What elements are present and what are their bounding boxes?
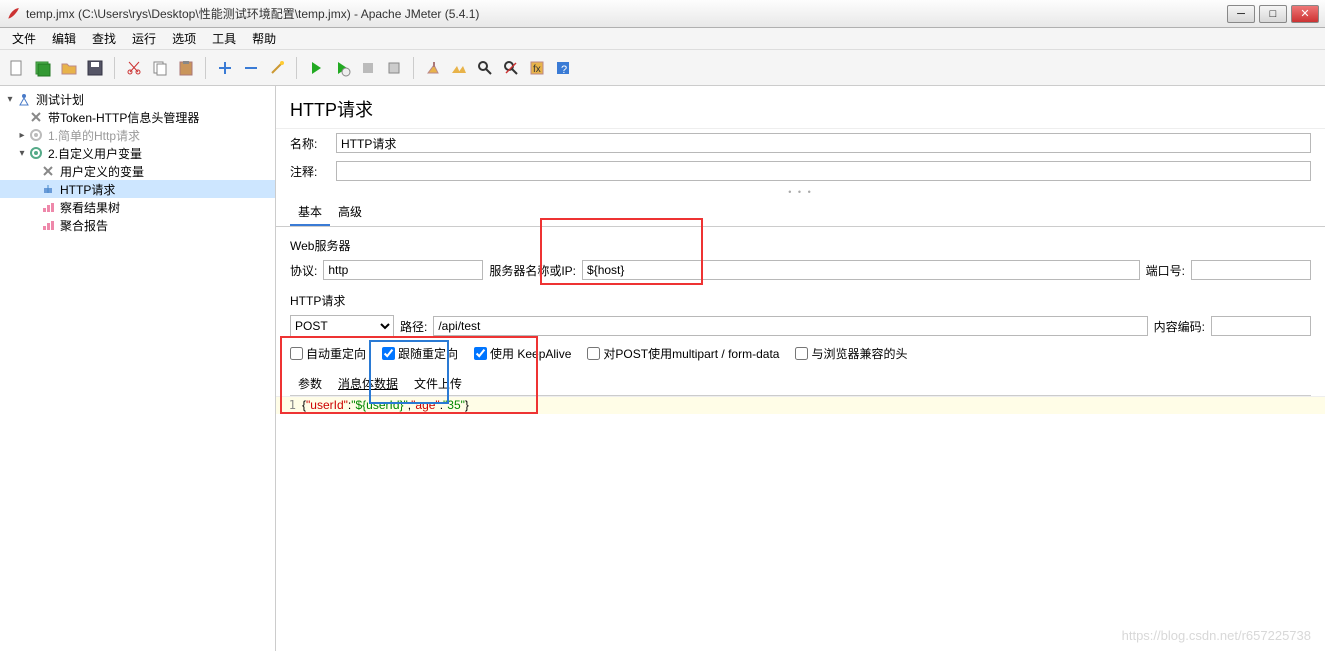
- tab-params[interactable]: 参数: [290, 372, 330, 395]
- cut-icon[interactable]: [123, 57, 145, 79]
- open-icon[interactable]: [58, 57, 80, 79]
- tree-simple-http[interactable]: ▸ 1.简单的Http请求: [0, 126, 275, 144]
- tree-panel: ▾ 测试计划 带Token-HTTP信息头管理器 ▸ 1.简单的Http请求 ▾…: [0, 86, 276, 651]
- tree-label: 测试计划: [34, 91, 86, 108]
- http-request-section-title: HTTP请求: [290, 288, 1311, 313]
- body-editor[interactable]: 1 {"userId":"${userId}","age":"35"}: [276, 396, 1325, 414]
- splitter-dots[interactable]: • • •: [276, 185, 1325, 199]
- tree-label: 聚合报告: [58, 217, 110, 234]
- menu-run[interactable]: 运行: [124, 28, 164, 49]
- tree-user-defined-vars[interactable]: 用户定义的变量: [0, 162, 275, 180]
- wand-icon[interactable]: [266, 57, 288, 79]
- tree-label: HTTP请求: [58, 181, 117, 198]
- line-number: 1: [276, 397, 302, 414]
- window-title: temp.jmx (C:\Users\rys\Desktop\性能测试环境配置\…: [26, 5, 1227, 22]
- close-button[interactable]: ✕: [1291, 5, 1319, 23]
- tree-header-manager[interactable]: 带Token-HTTP信息头管理器: [0, 108, 275, 126]
- menu-tools[interactable]: 工具: [204, 28, 244, 49]
- encoding-input[interactable]: [1211, 316, 1311, 336]
- protocol-input[interactable]: [323, 260, 483, 280]
- tree-view-results-tree[interactable]: 察看结果树: [0, 198, 275, 216]
- maximize-button[interactable]: □: [1259, 5, 1287, 23]
- multipart-checkbox[interactable]: 对POST使用multipart / form-data: [587, 345, 779, 362]
- name-label: 名称:: [290, 135, 336, 152]
- path-label: 路径:: [400, 318, 427, 335]
- copy-icon[interactable]: [149, 57, 171, 79]
- encoding-label: 内容编码:: [1154, 318, 1205, 335]
- tab-file-upload[interactable]: 文件上传: [406, 372, 470, 395]
- subtabs: 基本 高级: [276, 199, 1325, 227]
- tree-user-vars-group[interactable]: ▾ 2.自定义用户变量: [0, 144, 275, 162]
- tab-advanced[interactable]: 高级: [330, 199, 370, 226]
- server-label: 服务器名称或IP:: [489, 262, 576, 279]
- auto-redirect-checkbox[interactable]: 自动重定向: [290, 345, 366, 362]
- tree-label: 察看结果树: [58, 199, 122, 216]
- minimize-button[interactable]: ─: [1227, 5, 1255, 23]
- code-line[interactable]: {"userId":"${userId}","age":"35"}: [302, 397, 1325, 414]
- search-icon[interactable]: [474, 57, 496, 79]
- tree-label: 用户定义的变量: [58, 163, 146, 180]
- method-select[interactable]: POST: [290, 315, 394, 337]
- browser-compat-checkbox[interactable]: 与浏览器兼容的头: [795, 345, 907, 362]
- templates-icon[interactable]: [32, 57, 54, 79]
- svg-text:fx: fx: [533, 64, 541, 75]
- name-input[interactable]: [336, 133, 1311, 153]
- tree-test-plan[interactable]: ▾ 测试计划: [0, 90, 275, 108]
- keepalive-checkbox[interactable]: 使用 KeepAlive: [474, 345, 571, 362]
- menubar: 文件 编辑 查找 运行 选项 工具 帮助: [0, 28, 1325, 50]
- port-label: 端口号:: [1146, 262, 1185, 279]
- start-icon[interactable]: [305, 57, 327, 79]
- menu-search[interactable]: 查找: [84, 28, 124, 49]
- toolbar: fx ?: [0, 50, 1325, 86]
- help-icon[interactable]: ?: [552, 57, 574, 79]
- function-helper-icon[interactable]: fx: [526, 57, 548, 79]
- titlebar: temp.jmx (C:\Users\rys\Desktop\性能测试环境配置\…: [0, 0, 1325, 28]
- svg-text:?: ?: [561, 64, 567, 76]
- port-input[interactable]: [1191, 260, 1311, 280]
- panel-title: HTTP请求: [276, 86, 1325, 129]
- content-panel: HTTP请求 名称: 注释: • • • 基本 高级 Web服务器 协议: 服务…: [276, 86, 1325, 651]
- tree-label: 1.简单的Http请求: [46, 127, 142, 144]
- tree-aggregate-report[interactable]: 聚合报告: [0, 216, 275, 234]
- tree-label: 2.自定义用户变量: [46, 145, 144, 162]
- remove-icon[interactable]: [240, 57, 262, 79]
- start-notimers-icon[interactable]: [331, 57, 353, 79]
- clear-icon[interactable]: [422, 57, 444, 79]
- new-icon[interactable]: [6, 57, 28, 79]
- paste-icon[interactable]: [175, 57, 197, 79]
- path-input[interactable]: [433, 316, 1147, 336]
- comment-input[interactable]: [336, 161, 1311, 181]
- tree-label: 带Token-HTTP信息头管理器: [46, 109, 201, 126]
- menu-file[interactable]: 文件: [4, 28, 44, 49]
- save-icon[interactable]: [84, 57, 106, 79]
- add-icon[interactable]: [214, 57, 236, 79]
- server-input[interactable]: [582, 260, 1140, 280]
- tab-body-data[interactable]: 消息体数据: [330, 372, 406, 395]
- tab-basic[interactable]: 基本: [290, 199, 330, 226]
- search-reset-icon[interactable]: [500, 57, 522, 79]
- menu-help[interactable]: 帮助: [244, 28, 284, 49]
- menu-edit[interactable]: 编辑: [44, 28, 84, 49]
- app-icon: [6, 7, 20, 21]
- menu-options[interactable]: 选项: [164, 28, 204, 49]
- shutdown-icon[interactable]: [383, 57, 405, 79]
- tree-http-request[interactable]: HTTP请求: [0, 180, 275, 198]
- clear-all-icon[interactable]: [448, 57, 470, 79]
- follow-redirect-checkbox[interactable]: 跟随重定向: [382, 345, 458, 362]
- web-server-section-title: Web服务器: [290, 233, 1311, 258]
- protocol-label: 协议:: [290, 262, 317, 279]
- comment-label: 注释:: [290, 163, 336, 180]
- stop-icon[interactable]: [357, 57, 379, 79]
- body-tabs: 参数 消息体数据 文件上传: [290, 372, 1311, 396]
